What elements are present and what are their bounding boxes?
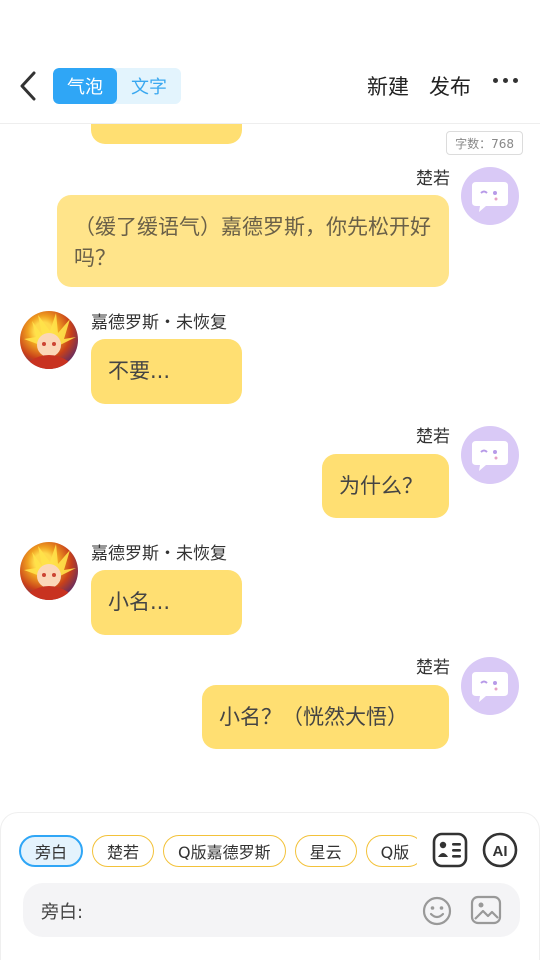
character-avatar[interactable] xyxy=(20,311,78,369)
message-bubble-partial[interactable] xyxy=(91,124,242,144)
role-chip[interactable]: 星云 xyxy=(294,835,357,867)
sender-name: 楚若 xyxy=(416,658,450,678)
role-chip[interactable]: Q版 xyxy=(365,835,417,867)
tab-bubble[interactable]: 气泡 xyxy=(53,68,117,104)
bot-avatar[interactable] xyxy=(461,426,519,484)
composer-panel: 旁白 楚若 Q版嘉德罗斯 星云 Q版 AI 旁白: xyxy=(0,812,540,960)
message-bubble[interactable]: 小名？（恍然大悟） xyxy=(202,685,449,749)
character-avatar[interactable] xyxy=(20,542,78,600)
bot-avatar[interactable] xyxy=(461,167,519,225)
role-chip-list[interactable]: 旁白 楚若 Q版嘉德罗斯 星云 Q版 xyxy=(19,835,417,867)
publish-button[interactable]: 发布 xyxy=(429,68,471,104)
character-card-icon[interactable] xyxy=(431,831,469,869)
chat-area[interactable]: 字数：768 楚若 （缓了缓语气）嘉德罗斯，你先松开好吗？ 嘉德罗斯・未恢复 不… xyxy=(0,124,540,812)
ai-icon[interactable]: AI xyxy=(481,831,519,869)
sender-name: 嘉德罗斯・未恢复 xyxy=(91,544,227,564)
message-bubble[interactable]: 小名... xyxy=(91,570,242,635)
bot-avatar[interactable] xyxy=(461,657,519,715)
more-horizontal-icon[interactable] xyxy=(493,78,518,83)
message-bubble[interactable]: （缓了缓语气）嘉德罗斯，你先松开好吗？ xyxy=(57,195,449,287)
role-chip-narrator[interactable]: 旁白 xyxy=(19,835,84,867)
tab-text[interactable]: 文字 xyxy=(117,68,181,104)
sender-name: 嘉德罗斯・未恢复 xyxy=(91,313,227,333)
message-bubble[interactable]: 为什么？ xyxy=(322,454,449,518)
word-count-badge: 字数：768 xyxy=(446,131,523,155)
message-bubble[interactable]: 不要... xyxy=(91,339,242,404)
sender-name: 楚若 xyxy=(416,169,450,189)
mode-tabs: 气泡 文字 xyxy=(53,68,181,104)
svg-text:AI: AI xyxy=(493,843,508,860)
chat-bubble-face-icon xyxy=(472,441,508,471)
image-icon[interactable] xyxy=(469,894,503,926)
role-chip[interactable]: 楚若 xyxy=(92,835,155,867)
emoji-icon[interactable] xyxy=(421,895,453,927)
message-input-box[interactable]: 旁白: xyxy=(23,883,520,937)
top-bar: 气泡 文字 新建 发布 xyxy=(0,48,540,124)
chat-bubble-face-icon xyxy=(472,672,508,702)
back-icon[interactable] xyxy=(10,68,46,104)
message-input[interactable] xyxy=(95,893,395,927)
new-button[interactable]: 新建 xyxy=(367,68,409,104)
sender-name: 楚若 xyxy=(416,427,450,447)
input-role-label: 旁白: xyxy=(41,902,84,923)
role-chip[interactable]: Q版嘉德罗斯 xyxy=(163,835,286,867)
chat-bubble-face-icon xyxy=(472,182,508,212)
chat-editor-screen: 气泡 文字 新建 发布 字数：768 楚若 （缓了缓语气）嘉德罗斯，你先松开好吗… xyxy=(0,0,540,960)
